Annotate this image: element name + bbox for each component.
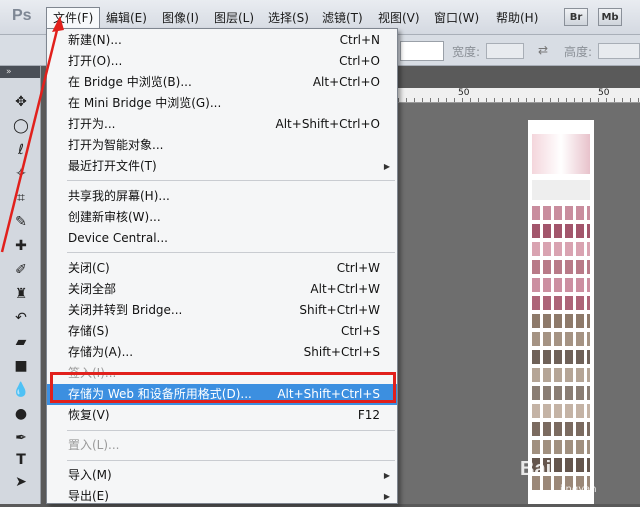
arrow-head xyxy=(52,16,64,32)
arrow-line xyxy=(0,25,60,253)
annotation-arrow xyxy=(0,16,64,253)
